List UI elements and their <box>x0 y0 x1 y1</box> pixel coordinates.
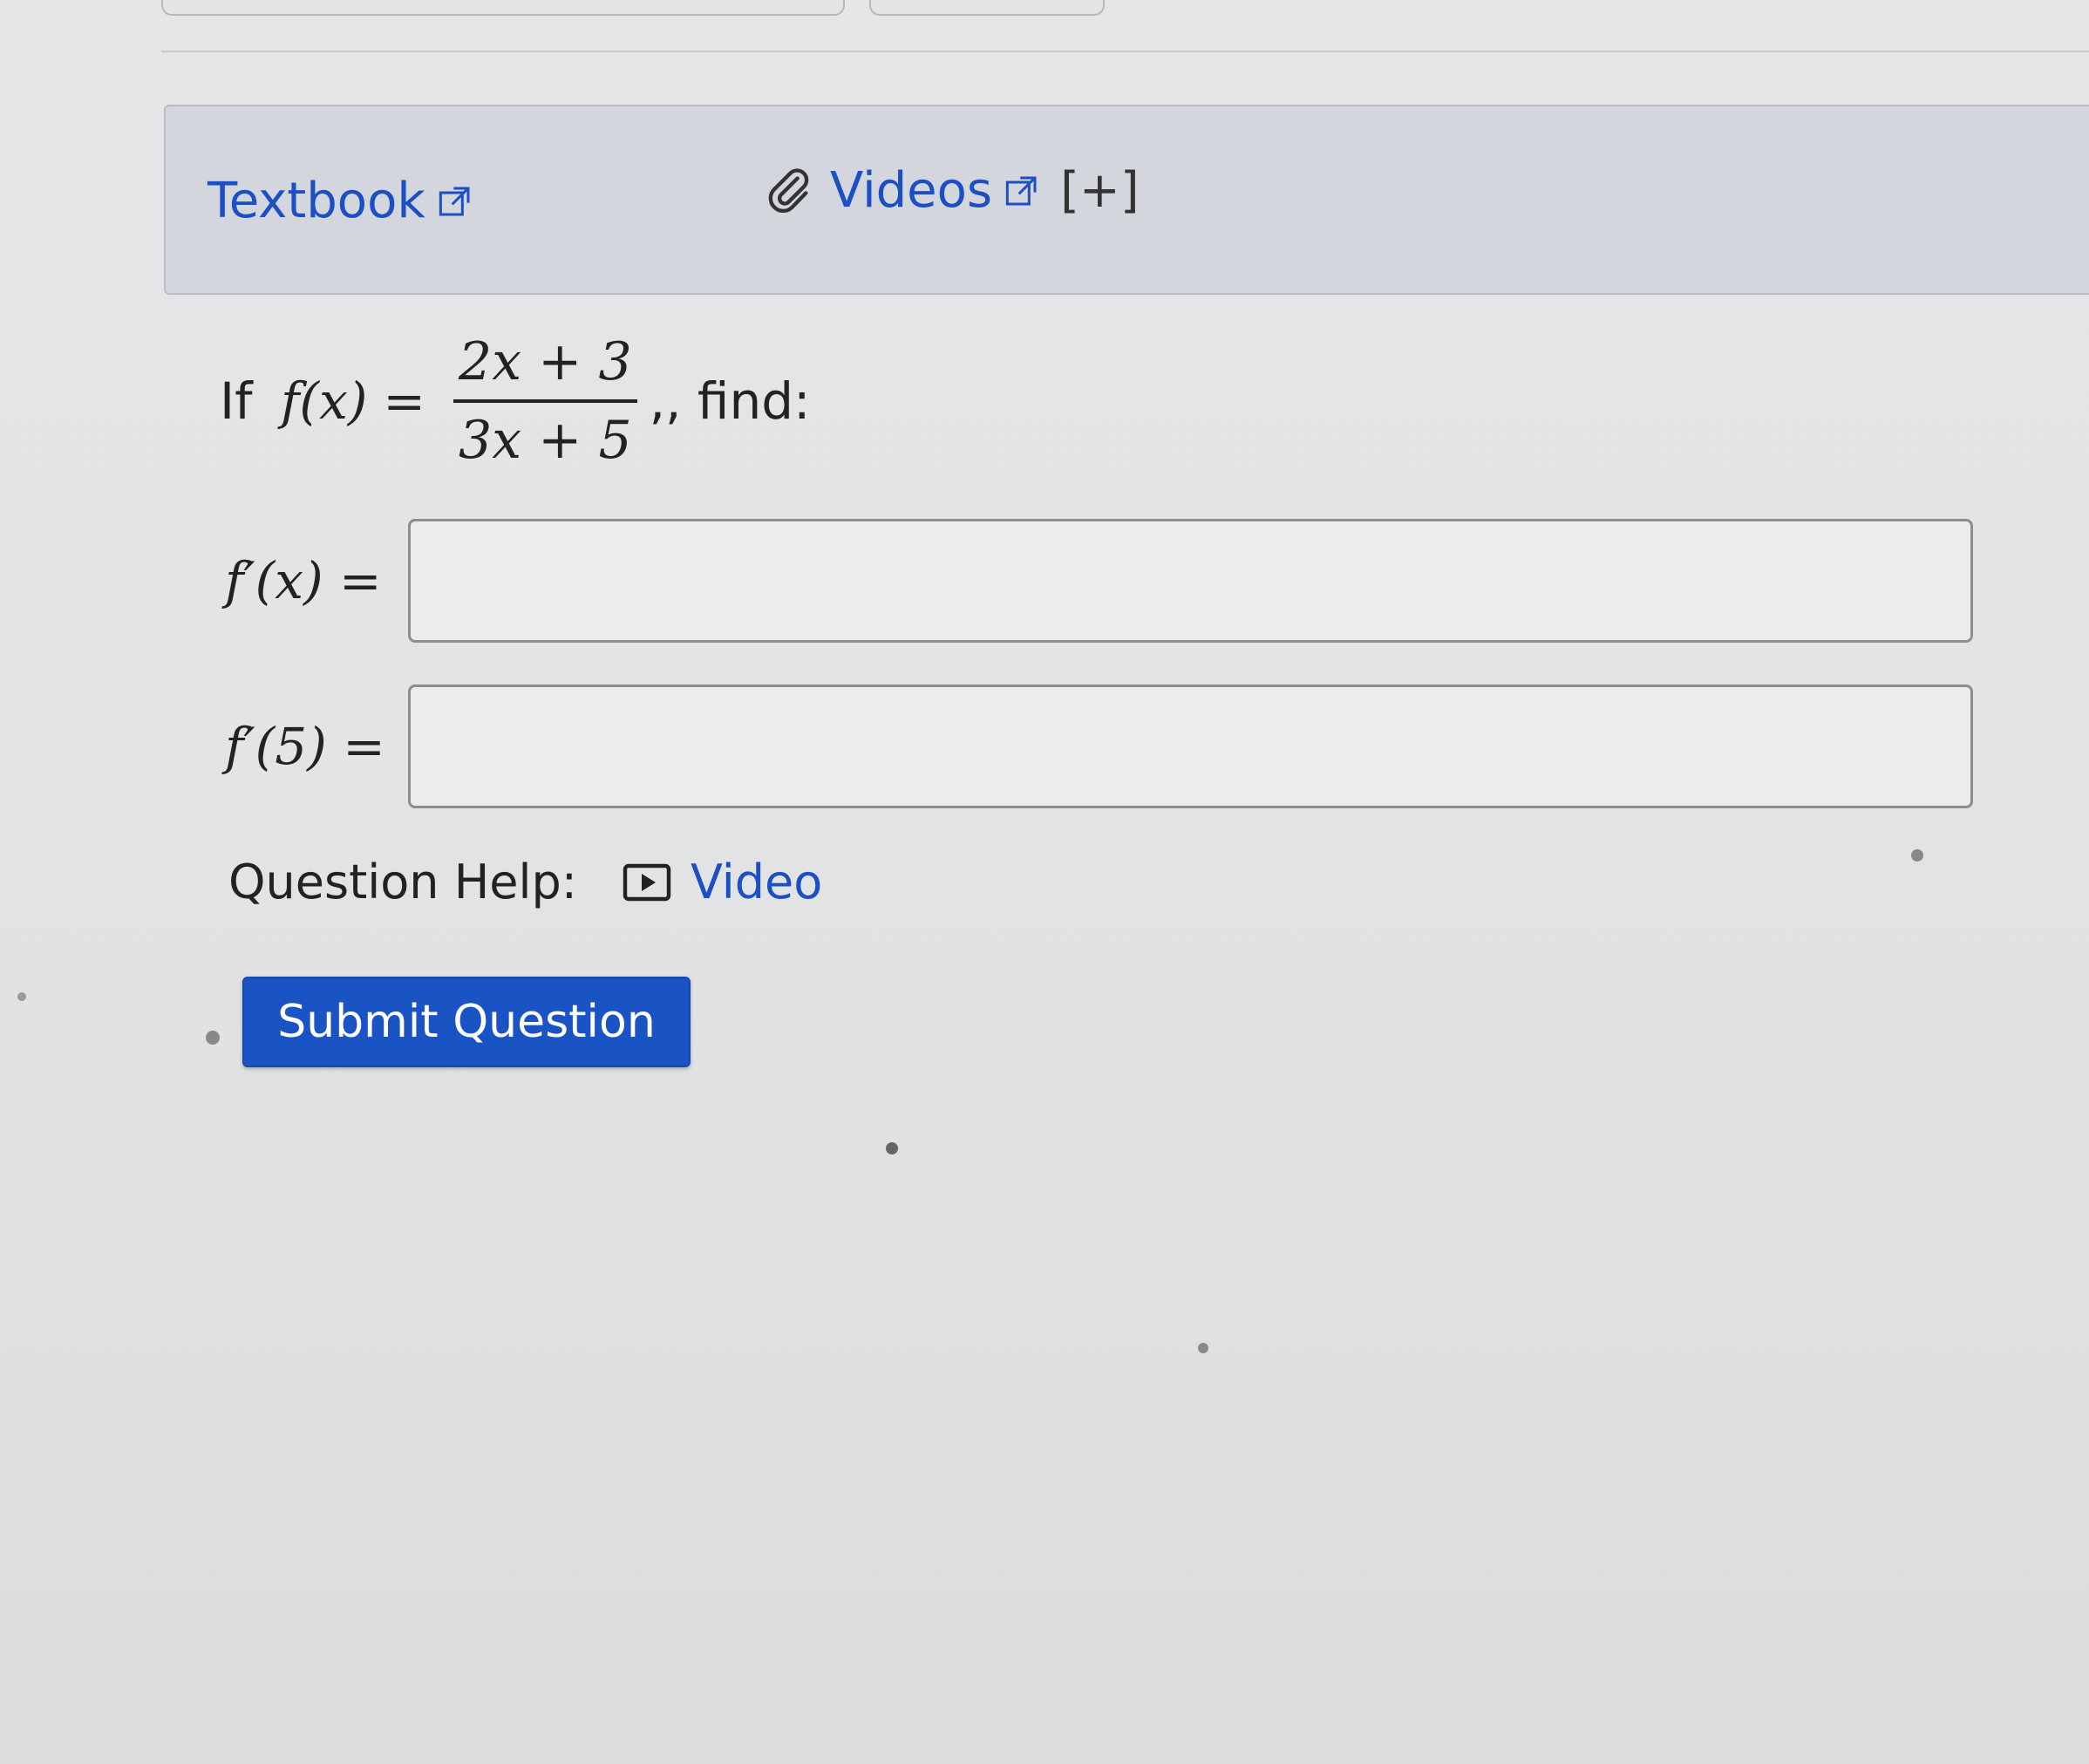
question-text: If f(x) = 2x + 3 3x + 5 ,, find: <box>220 331 811 471</box>
answer-label-derivative-at-5: f′(5) = <box>225 717 385 776</box>
fraction-numerator: 2x + 3 <box>453 331 637 403</box>
textbook-link[interactable]: Textbook <box>208 173 473 229</box>
function-lhs: f(x) <box>280 371 368 431</box>
equals-sign: = <box>383 371 426 431</box>
paperclip-icon <box>768 167 809 213</box>
resources-panel: Textbook Videos [+] <box>164 105 2089 295</box>
answer-label-derivative: f′(x) = <box>225 551 382 610</box>
question-prefix: If <box>220 371 269 431</box>
answer-row-derivative: f′(x) = <box>225 519 1973 643</box>
question-help: Question Help: Video <box>228 855 822 909</box>
fraction-denominator: 3x + 5 <box>459 410 632 471</box>
question-suffix: ,, find: <box>649 371 811 431</box>
submit-question-button[interactable]: Submit Question <box>242 977 691 1067</box>
top-tab-right[interactable] <box>869 0 1105 16</box>
speck <box>1198 1343 1208 1353</box>
top-tab-left[interactable] <box>161 0 845 16</box>
divider <box>161 51 2089 52</box>
textbook-label: Textbook <box>208 173 425 229</box>
speck <box>206 1031 220 1045</box>
play-video-icon <box>623 863 671 901</box>
speck <box>886 1142 898 1154</box>
question-help-label: Question Help: <box>228 855 577 909</box>
speck <box>17 992 26 1001</box>
fraction: 2x + 3 3x + 5 <box>453 331 637 471</box>
answer-row-derivative-at-5: f′(5) = <box>225 684 1973 808</box>
external-link-icon <box>1005 176 1037 205</box>
derivative-at-5-input[interactable] <box>408 684 1973 808</box>
videos-link[interactable]: Videos [+] <box>764 162 1140 219</box>
derivative-input[interactable] <box>408 519 1973 643</box>
speck <box>1911 849 1923 862</box>
help-video-label: Video <box>691 855 823 909</box>
external-link-icon <box>439 187 470 215</box>
videos-label: Videos <box>830 162 993 219</box>
help-video-link[interactable]: Video <box>623 855 822 909</box>
expand-toggle[interactable]: [+] <box>1060 162 1140 219</box>
